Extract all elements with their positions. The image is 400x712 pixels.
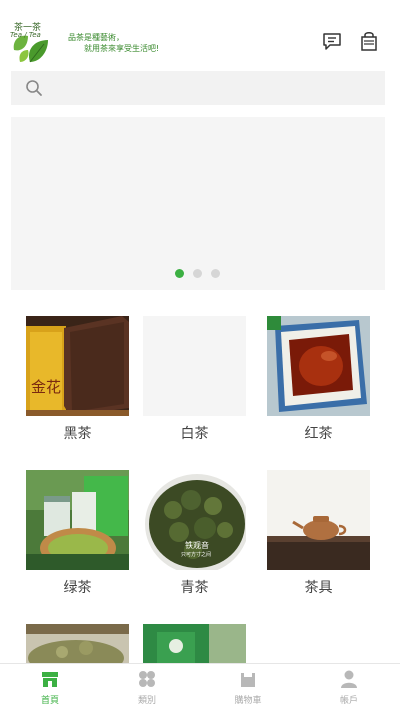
home-store-icon: [42, 672, 58, 687]
tea-ware-image: [267, 470, 370, 570]
search-icon: [26, 80, 42, 96]
banner-carousel[interactable]: [11, 117, 385, 290]
carousel-dot-1[interactable]: [175, 269, 184, 278]
account-user-icon: [341, 670, 357, 688]
tab-label-home: 首頁: [40, 696, 59, 706]
category-tea-ware[interactable]: 茶具: [267, 470, 370, 597]
shopping-bag-icon[interactable]: [358, 30, 380, 52]
category-black-tea[interactable]: 红茶: [267, 316, 370, 443]
product-image-text: 铁观音: [185, 541, 209, 550]
product-card-1[interactable]: [26, 624, 129, 664]
category-label: 青茶: [180, 580, 209, 596]
tab-label-account: 帳戶: [339, 696, 358, 706]
dark-tea-image: 金花: [26, 316, 129, 416]
category-label: 绿茶: [63, 580, 92, 596]
tab-account[interactable]: 帳戶: [299, 664, 399, 712]
category-oolong-tea[interactable]: 铁观音 只可方寸之间 青茶: [143, 470, 246, 597]
product-image: [143, 624, 246, 664]
logo-subtitle: Tea / Tea: [10, 31, 41, 39]
search-input[interactable]: [11, 71, 385, 105]
carousel-dot-2[interactable]: [193, 269, 202, 278]
category-label: 茶具: [304, 580, 333, 596]
product-image: [26, 624, 129, 664]
category-green-tea[interactable]: 绿茶: [26, 470, 129, 597]
svg-text:金花: 金花: [31, 378, 61, 396]
white-tea-image: [143, 316, 246, 416]
tab-categories[interactable]: 類別: [97, 664, 197, 712]
product-card-2[interactable]: [143, 624, 246, 664]
red-tea-image: [267, 316, 370, 416]
category-dark-tea[interactable]: 金花 黑茶: [26, 316, 129, 443]
slogan-line-2: 就用茶來享受生活吧!: [84, 44, 160, 53]
cart-bag-icon: [241, 673, 255, 687]
category-label: 黑茶: [63, 426, 92, 442]
category-white-tea[interactable]: 白茶: [143, 316, 246, 443]
green-tea-image: [26, 470, 129, 570]
oolong-tea-image: 铁观音 只可方寸之间: [143, 470, 246, 570]
slogan-line-1: 品茶是種藝術，: [68, 33, 124, 42]
category-label: 红茶: [304, 426, 333, 442]
product-image-subtext: 只可方寸之间: [181, 552, 212, 558]
tab-label-categories: 類別: [137, 696, 156, 706]
category-label: 白茶: [180, 426, 209, 442]
carousel-dot-3[interactable]: [211, 269, 220, 278]
app-header: 茶一茶 Tea / Tea 品茶是種藝術， 就用茶來享受生活吧!: [0, 0, 400, 70]
tab-home[interactable]: 首頁: [0, 664, 100, 712]
message-icon[interactable]: [321, 30, 343, 52]
tab-label-cart: 購物車: [234, 696, 262, 706]
tab-cart[interactable]: 購物車: [198, 664, 298, 712]
category-grid-icon: [139, 671, 155, 687]
bottom-tab-bar: 首頁 類別 購物車 帳戶: [0, 663, 400, 712]
